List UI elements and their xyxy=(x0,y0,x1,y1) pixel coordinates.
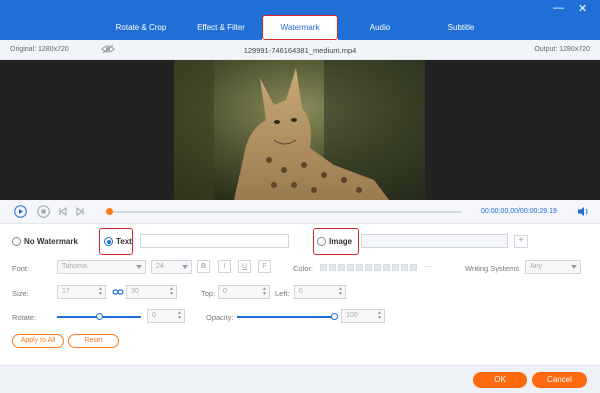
stepper-icon[interactable]: ▲ ▼ xyxy=(262,287,267,297)
size-label: Size: xyxy=(12,289,29,298)
more-colors-icon[interactable]: ··· xyxy=(424,262,432,271)
stop-icon[interactable] xyxy=(37,205,50,220)
top-value: 0 xyxy=(223,288,227,295)
tab-audio[interactable]: Audio xyxy=(350,16,410,40)
stepper-icon[interactable]: ▲ ▼ xyxy=(177,311,182,321)
font-label: Font: xyxy=(12,264,30,273)
next-frame-icon[interactable] xyxy=(74,205,85,220)
tab-subtitle[interactable]: Subtitle xyxy=(426,16,496,40)
playback-bar: 00:00:00.00/00:00:29.19 xyxy=(0,200,600,224)
info-bar: Original: 1280x720 129991-746164381_medi… xyxy=(0,40,600,60)
color-swatch[interactable] xyxy=(392,264,399,271)
image-path-input[interactable] xyxy=(361,234,508,248)
color-swatch[interactable] xyxy=(347,264,354,271)
height-value: 30 xyxy=(131,288,139,295)
font-size-value: 24 xyxy=(156,263,164,270)
italic-button[interactable]: I xyxy=(218,260,231,273)
opacity-value: 100 xyxy=(346,312,358,319)
width-value: 17 xyxy=(62,288,70,295)
volume-icon[interactable] xyxy=(577,205,589,220)
progress-thumb[interactable] xyxy=(106,208,113,215)
opacity-slider-knob[interactable] xyxy=(331,313,338,320)
image-radio-label: Image xyxy=(329,237,353,246)
tab-rotate-crop[interactable]: Rotate & Crop xyxy=(104,16,178,40)
link-icon[interactable] xyxy=(112,286,124,300)
file-name: 129991-746164381_medium.mp4 xyxy=(243,46,357,55)
stepper-icon[interactable]: ▲ ▼ xyxy=(169,287,174,297)
color-swatch[interactable] xyxy=(338,264,345,271)
font-size-select[interactable]: 24 xyxy=(151,260,192,274)
top-label: Top: xyxy=(201,289,216,298)
rotate-slider-knob[interactable] xyxy=(96,313,103,320)
serval-video-image xyxy=(174,60,425,200)
rotate-label: Rotate: xyxy=(12,313,37,322)
stepper-icon[interactable]: ▲ ▼ xyxy=(338,287,343,297)
opacity-label: Opacity: xyxy=(206,313,234,322)
color-swatch[interactable] xyxy=(401,264,408,271)
chevron-down-icon xyxy=(571,265,577,269)
video-preview-area xyxy=(0,60,600,200)
underline-button[interactable]: U xyxy=(238,260,251,273)
radio-dot xyxy=(12,237,21,246)
opacity-input[interactable]: 100 ▲ ▼ xyxy=(341,309,385,323)
no-watermark-radio[interactable]: No Watermark xyxy=(12,237,78,246)
opacity-slider[interactable] xyxy=(237,316,336,318)
left-label: Left: xyxy=(275,289,290,298)
ok-button[interactable]: OK xyxy=(473,372,527,388)
video-frame xyxy=(174,60,425,200)
writing-systems-label: Writing Systems: xyxy=(465,264,522,273)
time-display: 00:00:00.00/00:00:29.19 xyxy=(481,208,557,215)
play-icon[interactable] xyxy=(14,205,27,220)
color-swatch[interactable] xyxy=(320,264,327,271)
color-swatch[interactable] xyxy=(383,264,390,271)
minimize-icon[interactable]: — xyxy=(553,2,564,14)
text-radio-label: Text xyxy=(116,237,132,246)
strikeout-button[interactable]: F xyxy=(258,260,271,273)
font-value: Tahoma xyxy=(62,263,87,270)
footer-bar: OK Cancel xyxy=(0,365,600,393)
progress-track[interactable] xyxy=(110,211,461,213)
top-input[interactable]: 0 ▲ ▼ xyxy=(218,285,270,299)
chevron-down-icon xyxy=(182,265,188,269)
previous-frame-icon[interactable] xyxy=(58,205,69,220)
bold-button[interactable]: B xyxy=(197,260,210,273)
width-input[interactable]: 17 ▲ ▼ xyxy=(57,285,106,299)
stepper-icon[interactable]: ▲ ▼ xyxy=(98,287,103,297)
rotate-value: 0 xyxy=(152,312,156,319)
rotate-input[interactable]: 0 ▲ ▼ xyxy=(147,309,185,323)
writing-systems-select[interactable]: Any xyxy=(525,260,581,274)
color-swatch[interactable] xyxy=(410,264,417,271)
apply-to-all-button[interactable]: Apply to All xyxy=(12,334,64,348)
color-swatch[interactable] xyxy=(374,264,381,271)
radio-dot-selected xyxy=(104,237,113,246)
output-resolution: Output: 1280x720 xyxy=(534,46,590,53)
left-value: 0 xyxy=(299,288,303,295)
add-image-button[interactable]: + xyxy=(514,235,528,248)
height-input[interactable]: 30 ▲ ▼ xyxy=(126,285,177,299)
cancel-button[interactable]: Cancel xyxy=(532,372,587,388)
stepper-icon[interactable]: ▲ ▼ xyxy=(377,311,382,321)
image-watermark-radio[interactable]: Image xyxy=(317,237,352,246)
reset-button[interactable]: Reset xyxy=(68,334,119,348)
chevron-down-icon xyxy=(136,265,142,269)
text-watermark-radio[interactable]: Text xyxy=(104,237,132,246)
font-select[interactable]: Tahoma xyxy=(57,260,146,274)
watermark-text-input[interactable] xyxy=(140,234,289,248)
no-watermark-label: No Watermark xyxy=(24,237,78,246)
color-label: Color: xyxy=(293,264,314,273)
close-icon[interactable]: ✕ xyxy=(578,2,587,15)
color-swatch[interactable] xyxy=(365,264,372,271)
color-swatch[interactable] xyxy=(329,264,336,271)
tab-effect-filter[interactable]: Effect & Filter xyxy=(184,16,258,40)
writing-systems-value: Any xyxy=(530,263,543,270)
radio-dot xyxy=(317,237,326,246)
watermark-tab-highlight xyxy=(262,15,338,40)
color-swatch[interactable] xyxy=(356,264,363,271)
left-input[interactable]: 0 ▲ ▼ xyxy=(294,285,346,299)
